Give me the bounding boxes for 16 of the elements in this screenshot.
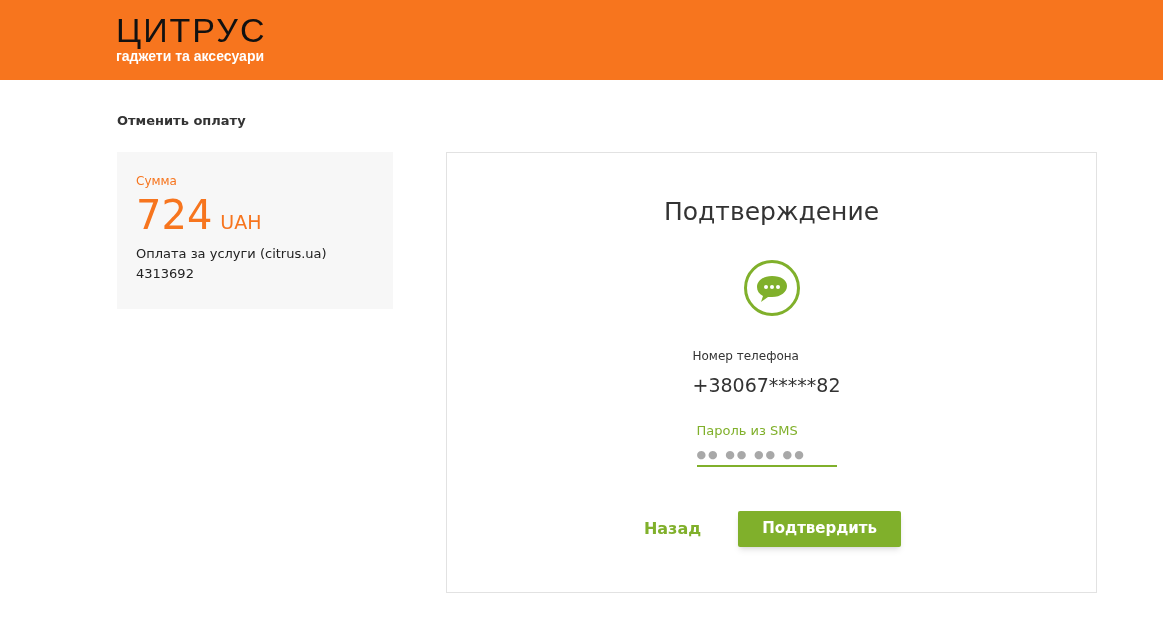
amount-label: Сумма xyxy=(136,173,178,190)
phone-number: +38067*****82 xyxy=(692,372,842,398)
logo-subtitle: гаджети та аксесуари xyxy=(116,48,266,64)
payment-description: Оплата за услуги (citrus.ua) xyxy=(136,245,328,263)
confirm-button[interactable]: Подтвердить xyxy=(738,510,902,547)
confirmation-title: Подтверждение xyxy=(663,196,880,228)
phone-label: Номер телефона xyxy=(692,347,800,365)
currency-label: UAH xyxy=(220,210,262,235)
sms-code-label: Пароль из SMS xyxy=(696,422,799,440)
order-number: 4313692 xyxy=(136,264,195,283)
back-button[interactable]: Назад xyxy=(641,516,704,541)
logo-title: ЦИТРУС xyxy=(116,12,267,48)
amount-value: 724 xyxy=(136,192,213,238)
cancel-payment-link[interactable]: Отменить оплату xyxy=(117,113,246,128)
chat-icon xyxy=(742,258,801,317)
sms-code-field[interactable]: ●● ●● ●● ●● xyxy=(696,444,837,467)
